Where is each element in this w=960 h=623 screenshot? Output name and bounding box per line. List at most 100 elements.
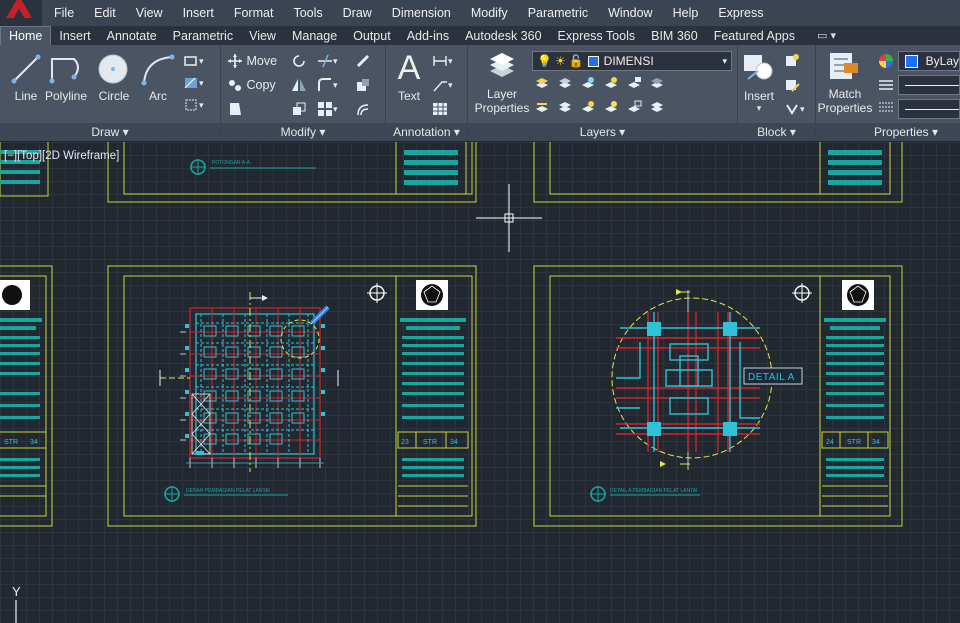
menu-draw[interactable]: Draw: [333, 0, 382, 26]
leader-icon: [432, 77, 448, 93]
layer-tools-row-1: [534, 75, 665, 91]
rotate-button[interactable]: [291, 51, 307, 71]
leader-button[interactable]: ▾: [432, 75, 453, 95]
rotate-icon: [291, 53, 307, 69]
menu-parametric[interactable]: Parametric: [518, 0, 598, 26]
tab-home[interactable]: Home: [0, 26, 52, 45]
array-button[interactable]: ▾: [317, 99, 338, 119]
tab-add-ins[interactable]: Add-ins: [399, 27, 457, 45]
table-button[interactable]: [432, 99, 448, 119]
menu-insert[interactable]: Insert: [173, 0, 224, 26]
crosshair-cursor: [476, 184, 542, 252]
tab-annotate[interactable]: Annotate: [99, 27, 165, 45]
menu-tools[interactable]: Tools: [283, 0, 332, 26]
layer-lock-tool-icon[interactable]: [626, 75, 642, 91]
layer-current-icon[interactable]: [649, 99, 665, 115]
layer-match-icon[interactable]: [649, 75, 665, 91]
tab-insert[interactable]: Insert: [51, 27, 98, 45]
layer-walk-icon[interactable]: [534, 99, 550, 115]
layer-isolate-icon[interactable]: [534, 75, 550, 91]
dimension-button[interactable]: ▾: [432, 51, 453, 71]
stretch-icon: [227, 101, 243, 117]
tab-output[interactable]: Output: [345, 27, 399, 45]
tab-view[interactable]: View: [241, 27, 284, 45]
ucs-y-label: Y: [12, 584, 21, 599]
layer-thaw-icon[interactable]: [580, 99, 596, 115]
color-wheel-icon[interactable]: [878, 53, 894, 69]
sheet-number-left: 23: [401, 439, 409, 446]
boundary-tool-button[interactable]: ▾: [183, 95, 204, 115]
menu-edit[interactable]: Edit: [84, 0, 126, 26]
menu-format[interactable]: Format: [224, 0, 284, 26]
tab-manage[interactable]: Manage: [284, 27, 345, 45]
layer-merge-icon[interactable]: [557, 99, 573, 115]
tab-autodesk-360[interactable]: Autodesk 360: [457, 27, 549, 45]
layer-unlock-icon[interactable]: [626, 99, 642, 115]
create-block-icon: [784, 53, 800, 69]
menu-modify[interactable]: Modify: [461, 0, 518, 26]
explode-button[interactable]: [355, 75, 371, 95]
layers-panel-title[interactable]: Layers ▾: [468, 123, 737, 141]
viewport-controls-label[interactable]: [−][Top][2D Wireframe]: [4, 150, 119, 162]
linetype-icon[interactable]: [878, 99, 894, 115]
text-tool-button[interactable]: A Text: [386, 49, 432, 113]
modify-panel-title[interactable]: Modify ▾: [221, 123, 385, 141]
menu-help[interactable]: Help: [663, 0, 709, 26]
fillet-button[interactable]: ▾: [317, 75, 338, 95]
layer-properties-button[interactable]: Layer Properties: [470, 49, 534, 115]
hatch-tool-button[interactable]: ▾: [183, 73, 204, 93]
copy-button[interactable]: Copy: [227, 75, 276, 95]
draw-panel-title[interactable]: Draw ▾: [0, 123, 220, 141]
rectangle-tool-button[interactable]: ▾: [183, 51, 204, 71]
tab-express-tools[interactable]: Express Tools: [550, 27, 644, 45]
create-block-button[interactable]: [784, 51, 800, 71]
autocad-logo-icon: [6, 0, 32, 18]
match-properties-button[interactable]: Match Properties: [816, 49, 874, 115]
menu-express[interactable]: Express: [708, 0, 773, 26]
layer-on-tool-icon[interactable]: [603, 99, 619, 115]
polyline-tool-button[interactable]: Polyline: [38, 49, 94, 113]
menu-dimension[interactable]: Dimension: [382, 0, 461, 26]
menu-view[interactable]: View: [126, 0, 173, 26]
block-panel: Insert ▾ ▾ Block ▾: [738, 45, 816, 141]
scale-button[interactable]: [291, 99, 307, 119]
layer-lock-icon: 🔓: [568, 54, 584, 68]
properties-panel-title[interactable]: Properties ▾: [816, 123, 960, 141]
stretch-button[interactable]: [227, 99, 243, 119]
lineweight-icon[interactable]: [878, 77, 894, 93]
ribbon-minimize-icon[interactable]: ▭ ▾: [817, 27, 836, 45]
layer-freeze-tool-icon[interactable]: [580, 75, 596, 91]
edit-block-button[interactable]: [784, 75, 800, 95]
top-right-sheet: [533, 142, 903, 203]
offset-button[interactable]: [355, 99, 371, 119]
linetype-dropdown[interactable]: [898, 99, 960, 119]
layer-unisolate-icon[interactable]: [557, 75, 573, 91]
layer-properties-icon: [490, 53, 514, 77]
tab-featured-apps[interactable]: Featured Apps: [706, 27, 803, 45]
tab-parametric[interactable]: Parametric: [165, 27, 241, 45]
annotation-panel-title[interactable]: Annotation ▾: [386, 123, 467, 141]
layer-off-icon[interactable]: [603, 75, 619, 91]
move-button[interactable]: Move: [227, 51, 277, 71]
app-logo-button[interactable]: [0, 0, 42, 26]
right-sheet: 24 STR 34 DETAIL A DETAIL A PEMBAGIAN PE…: [533, 265, 903, 527]
annotation-panel: A Text ▾ ▾ Annotation ▾: [386, 45, 468, 141]
menu-window[interactable]: Window: [598, 0, 662, 26]
menu-file[interactable]: File: [44, 0, 84, 26]
chevron-down-icon: ▾: [722, 55, 727, 66]
block-panel-title[interactable]: Block ▾: [738, 123, 815, 141]
polyline-icon: [49, 58, 79, 84]
block-attributes-button[interactable]: ▾: [784, 99, 805, 119]
mirror-icon: [291, 77, 307, 93]
layer-dropdown[interactable]: 💡 ☀ 🔓 DIMENSI ▾: [532, 51, 732, 71]
trim-button[interactable]: ▾: [317, 51, 338, 71]
top-middle-sheet: POTONGAN A-A: [107, 142, 477, 203]
mirror-button[interactable]: [291, 75, 307, 95]
arc-tool-button[interactable]: Arc: [132, 49, 184, 113]
color-dropdown[interactable]: ByLay: [898, 51, 960, 71]
lineweight-dropdown[interactable]: [898, 75, 960, 95]
drawing-canvas[interactable]: POTONGAN A-A STR 34 23 STR 34 DENAH PEMB…: [0, 142, 960, 623]
erase-button[interactable]: [355, 51, 371, 71]
insert-block-button[interactable]: Insert ▾: [738, 49, 780, 113]
tab-bim-360[interactable]: BIM 360: [643, 27, 706, 45]
